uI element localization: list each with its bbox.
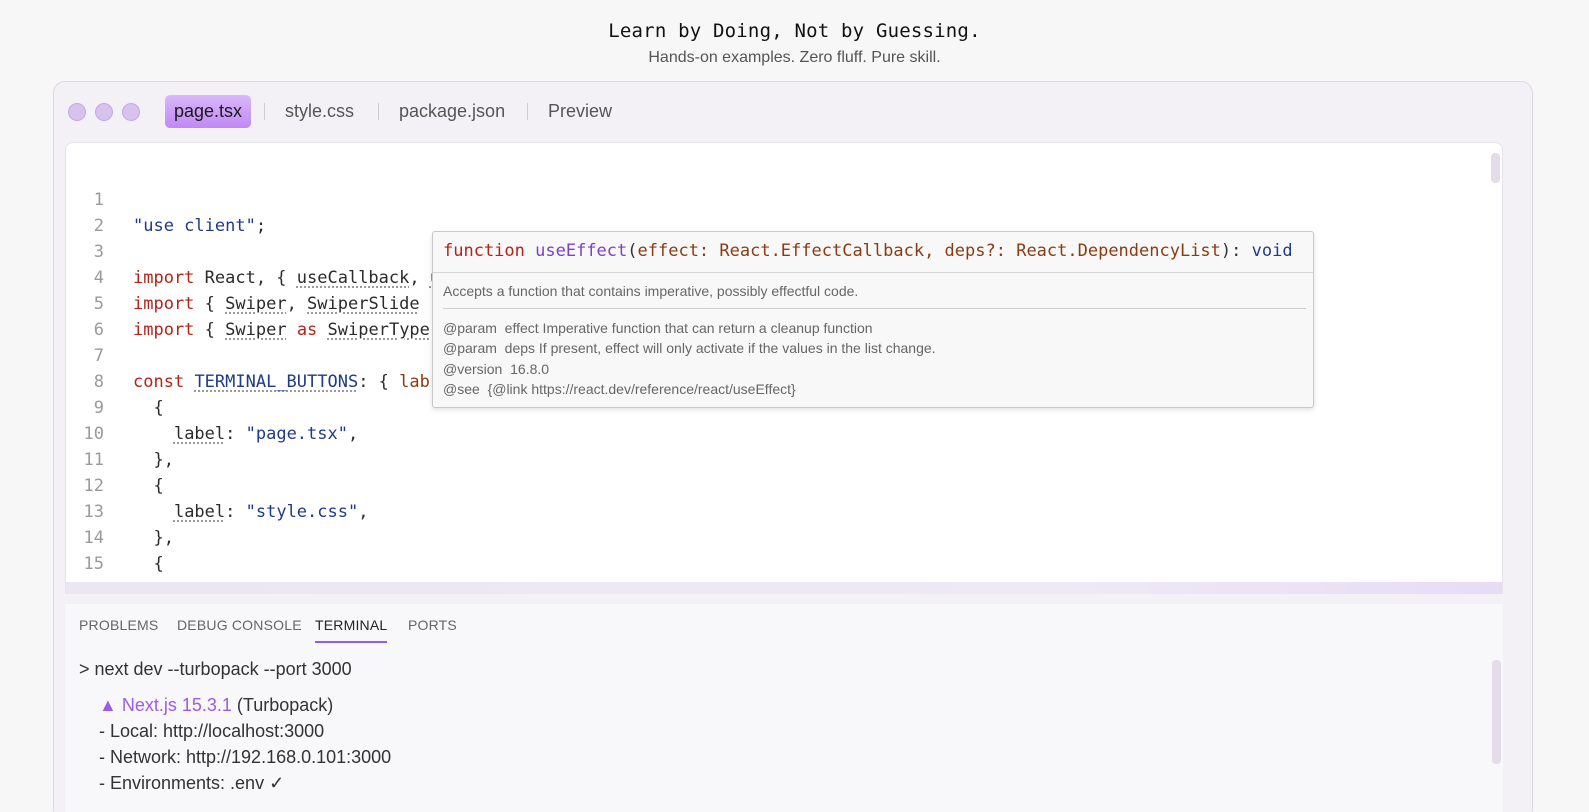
tab-page-tsx[interactable]: page.tsx	[165, 95, 252, 128]
hover-divider	[433, 272, 1313, 273]
tab-style-css[interactable]: style.css	[276, 95, 363, 128]
sig-function-name: useEffect	[535, 241, 628, 261]
code-line: 15 label: "package.json",	[66, 525, 1486, 594]
maximize-dot-icon[interactable]	[122, 103, 140, 121]
tab-divider	[378, 103, 379, 120]
code-window: page.tsx style.css package.json Preview …	[53, 81, 1533, 812]
tab-preview[interactable]: Preview	[539, 95, 621, 128]
terminal-local-url: - Local: http://localhost:3000	[99, 721, 325, 741]
code-line: 12 label: "style.css",	[66, 447, 1486, 522]
tab-divider	[527, 103, 528, 120]
terminal-next-banner: ▲ Next.js 15.3.1 (Turbopack)	[99, 695, 333, 716]
terminal-command: > next dev --turbopack --port 3000	[79, 659, 352, 679]
turbopack-label: (Turbopack)	[231, 695, 334, 715]
sig-params: effect: React.EffectCallback, deps?: Rea…	[637, 241, 1221, 261]
panel-tab-debug-console[interactable]: DEBUG CONSOLE	[177, 617, 302, 641]
hover-tag-param-deps: @param deps If present, effect will only…	[443, 340, 936, 356]
close-dot-icon[interactable]	[68, 103, 86, 121]
panel-tab-problems[interactable]: PROBLEMS	[79, 617, 158, 641]
minimize-dot-icon[interactable]	[95, 103, 113, 121]
hover-signature: function useEffect(effect: React.EffectC…	[443, 241, 1293, 261]
hero-subtitle: Hands-on examples. Zero fluff. Pure skil…	[648, 49, 941, 66]
tab-divider	[264, 103, 265, 120]
tab-package-json[interactable]: package.json	[390, 95, 514, 128]
hero-title: Learn by Doing, Not by Guessing.	[608, 20, 981, 42]
hover-description: Accepts a function that contains imperat…	[443, 283, 859, 299]
hover-divider	[443, 308, 1306, 309]
terminal-network-url: - Network: http://192.168.0.101:3000	[99, 747, 392, 767]
hover-tag-version: @version 16.8.0	[443, 361, 550, 377]
terminal-environments: - Environments: .env ✓	[99, 773, 285, 793]
code-line: 16 },	[66, 551, 1486, 594]
panel-tab-ports[interactable]: PORTS	[408, 617, 457, 641]
hover-tag-see[interactable]: @see {@link https://react.dev/reference/…	[443, 381, 796, 397]
code-line: 2	[66, 187, 1486, 236]
hero: Learn by Doing, Not by Guessing. Hands-o…	[0, 0, 1589, 80]
code-line: 1 "use client";	[66, 161, 1486, 236]
panel-tab-terminal[interactable]: TERMINAL	[315, 617, 388, 643]
code-line: 11 {	[66, 421, 1486, 496]
sig-keyword: function	[443, 241, 525, 261]
sig-return: void	[1251, 241, 1293, 261]
bottom-panel: PROBLEMS DEBUG CONSOLE TERMINAL PORTS > …	[65, 604, 1503, 812]
code-line: 13 },	[66, 473, 1486, 548]
hover-tooltip: function useEffect(effect: React.EffectC…	[432, 231, 1314, 408]
editor-vertical-scrollbar[interactable]	[1491, 153, 1500, 183]
next-version-label: ▲ Next.js 15.3.1	[99, 695, 232, 715]
window-titlebar: page.tsx style.css package.json Preview	[54, 82, 1532, 142]
editor-horizontal-scrollbar[interactable]	[66, 582, 1502, 594]
hover-tag-param-effect: @param effect Imperative function that c…	[443, 320, 873, 336]
terminal-scrollbar[interactable]	[1492, 660, 1501, 764]
code-line: 14 {	[66, 499, 1486, 574]
